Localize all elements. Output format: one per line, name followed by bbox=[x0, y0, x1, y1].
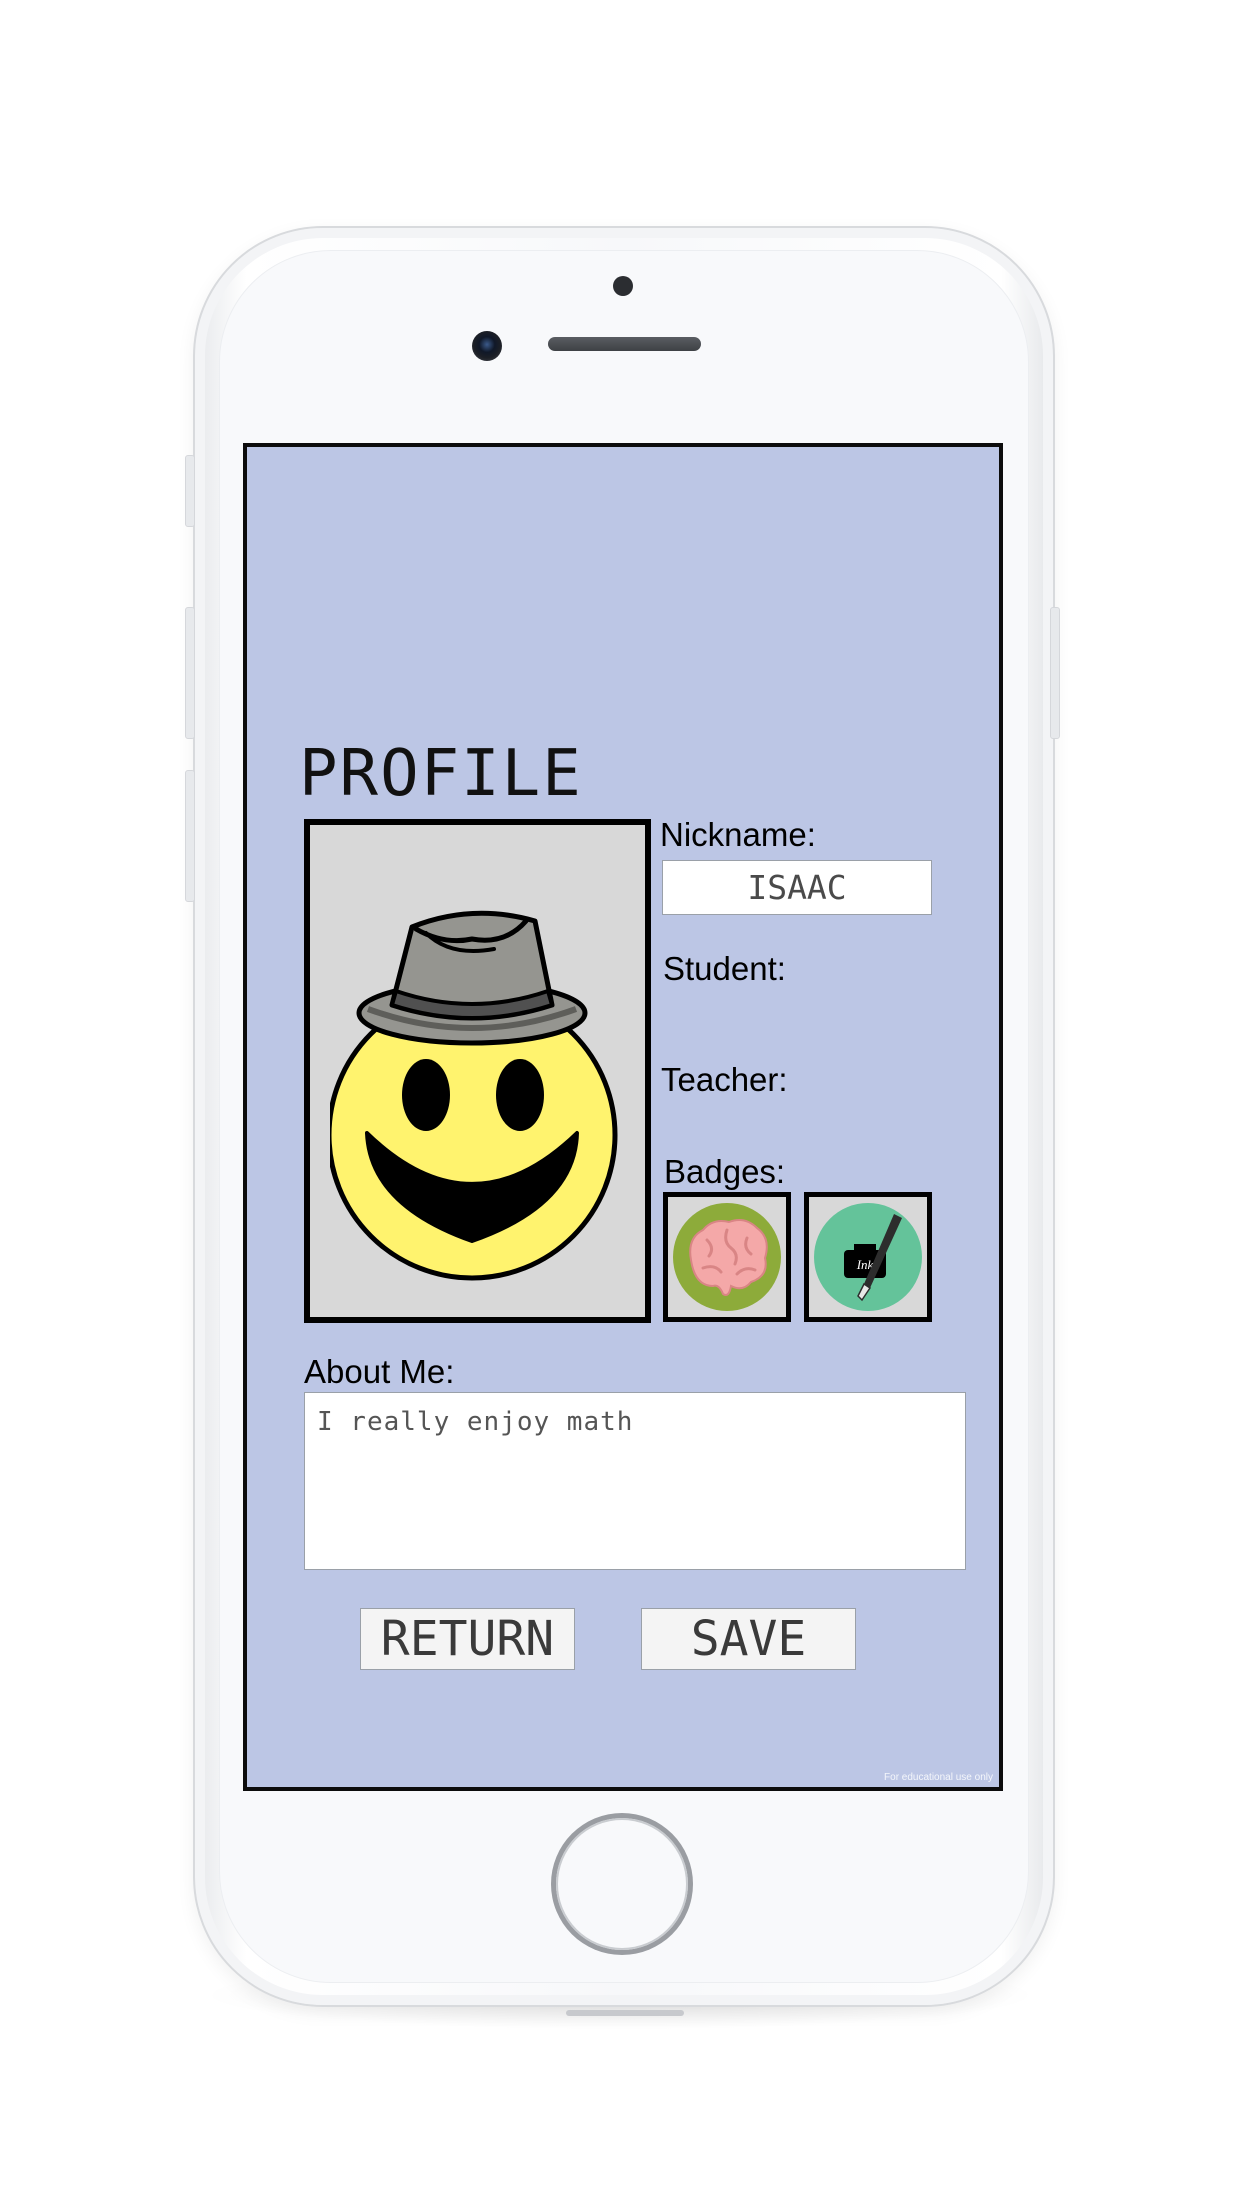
nickname-field[interactable] bbox=[662, 860, 932, 915]
student-label: Student: bbox=[663, 950, 786, 987]
earpiece-speaker bbox=[548, 337, 701, 351]
avatar[interactable] bbox=[304, 819, 651, 1323]
brain-badge-icon bbox=[673, 1203, 781, 1311]
ink-pen-badge-icon: Ink bbox=[814, 1203, 922, 1311]
about-me-label: About Me: bbox=[304, 1353, 455, 1390]
mute-switch bbox=[185, 455, 195, 527]
save-button[interactable]: SAVE bbox=[641, 1608, 856, 1670]
volume-up-button bbox=[185, 607, 195, 739]
page-title: PROFILE bbox=[299, 737, 583, 811]
return-button[interactable]: RETURN bbox=[360, 1608, 575, 1670]
app-screen: PROFILE Nickname: Student: Teacher: Badg… bbox=[243, 443, 1003, 1791]
badges-label: Badges: bbox=[664, 1153, 786, 1190]
badge-ink[interactable]: Ink bbox=[804, 1192, 932, 1322]
proximity-sensor bbox=[613, 276, 633, 296]
about-me-field[interactable]: I really enjoy math bbox=[304, 1392, 966, 1570]
bottom-edge bbox=[566, 2010, 684, 2016]
power-button bbox=[1050, 607, 1060, 739]
teacher-label: Teacher: bbox=[661, 1061, 788, 1098]
volume-down-button bbox=[185, 770, 195, 902]
nickname-label: Nickname: bbox=[660, 816, 816, 853]
home-button[interactable] bbox=[556, 1818, 688, 1950]
footnote: For educational use only bbox=[884, 1772, 993, 1783]
badge-brain[interactable] bbox=[663, 1192, 791, 1322]
smiley-with-hat-icon bbox=[330, 910, 618, 1281]
front-camera-icon bbox=[472, 331, 502, 361]
